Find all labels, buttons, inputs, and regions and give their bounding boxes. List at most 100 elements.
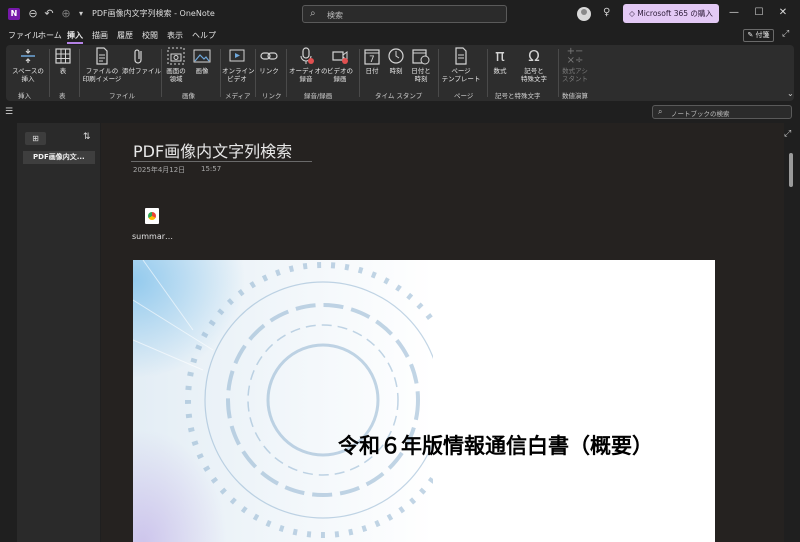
tab-view[interactable]: 表示 [167, 30, 183, 41]
group-media: メディア [225, 92, 251, 100]
equation-button[interactable]: π 数式 [489, 47, 511, 76]
insert-space-icon [19, 47, 37, 65]
tab-insert[interactable]: 挿入 [67, 30, 83, 44]
group-math: 数値演算 [562, 92, 588, 100]
tab-help[interactable]: ヘルプ [192, 30, 216, 41]
calendar-icon: 7 [363, 47, 381, 65]
pdf-heading: 令和６年版情報通信白書（概要） [338, 434, 653, 458]
insert-date-button[interactable]: 7 日付 [361, 47, 383, 75]
hamburger-menu-icon[interactable]: ☰ [5, 107, 13, 117]
attach-label: 添付ファイル [122, 67, 161, 75]
maximize-button[interactable]: ☐ [752, 6, 766, 20]
sticky-notes-label: 付箋 [755, 31, 770, 39]
group-table: 表 [59, 92, 66, 100]
scrollbar-thumb[interactable] [789, 153, 793, 187]
page-template-label: ページ テンプレート [441, 67, 481, 83]
svg-text:7: 7 [369, 55, 375, 65]
paperclip-icon [130, 47, 148, 65]
sticky-notes-button[interactable]: ✎ 付箋 [743, 29, 774, 42]
search-input[interactable]: ⌕ 検索 [302, 5, 507, 23]
sort-pages-icon[interactable]: ⇅ [83, 132, 91, 142]
separator [359, 49, 360, 97]
link-label: リンク [259, 67, 279, 75]
minimize-button[interactable]: — [727, 6, 741, 20]
pdf-background-art [133, 260, 433, 542]
math-operators-icon: +− ×÷ [566, 46, 584, 66]
redo-icon[interactable]: ⊕ [59, 7, 73, 21]
add-page-button[interactable]: ⊞ [25, 132, 46, 145]
group-recording: 録音/録画 [304, 92, 333, 100]
table-icon [54, 47, 72, 65]
page-list-pane [17, 123, 100, 542]
insert-date-time-button[interactable]: 日付と 時刻 [408, 47, 434, 83]
online-video-button[interactable]: オンライン ビデオ [222, 47, 255, 83]
quick-access-chevron-icon[interactable]: ▾ [74, 7, 88, 21]
diamond-icon: ◇ [629, 9, 638, 18]
microphone-icon [297, 47, 315, 65]
picture-button[interactable]: 画像 [191, 47, 213, 75]
attach-file-button[interactable]: 添付ファイル [122, 47, 161, 75]
back-icon[interactable]: ⊖ [26, 7, 40, 21]
table-button[interactable]: 表 [52, 47, 74, 75]
buy-microsoft365-button[interactable]: ◇ Microsoft 365 の購入 [623, 4, 719, 23]
symbol-label: 記号と 特殊文字 [521, 67, 547, 83]
clock-icon [387, 47, 405, 65]
add-page-icon: ⊞ [32, 134, 39, 143]
attachment-name[interactable]: summar… [132, 232, 173, 241]
page-title[interactable]: PDF画像内文字列検索 [133, 138, 292, 162]
tab-review[interactable]: 校閲 [142, 30, 158, 41]
omega-icon: Ω [528, 47, 540, 65]
table-label: 表 [59, 67, 67, 75]
group-insert: 挿入 [18, 92, 31, 100]
tab-history[interactable]: 履歴 [117, 30, 133, 41]
page-template-icon [452, 47, 470, 65]
page-date: 2025年4月12日 [133, 166, 186, 174]
tab-file[interactable]: ファイル [8, 30, 40, 41]
time-label: 時刻 [389, 67, 403, 75]
separator [487, 49, 488, 97]
calendar-clock-icon [412, 47, 430, 65]
insert-space-label: スペースの 挿入 [12, 67, 44, 83]
page-list-item[interactable]: PDF画像内文... [23, 151, 95, 164]
group-files: ファイル [109, 92, 135, 100]
picture-label: 画像 [195, 67, 209, 75]
tab-draw[interactable]: 描画 [92, 30, 108, 41]
separator [438, 49, 439, 97]
close-button[interactable]: ✕ [776, 6, 790, 20]
insert-space-button[interactable]: スペースの 挿入 [10, 47, 46, 83]
notebook-search-input[interactable]: ⌕ ノートブックの検索 [652, 105, 792, 119]
printout-icon [93, 47, 111, 65]
equation-label: 数式 [493, 67, 507, 75]
pdf-printout-image[interactable]: 令和６年版情報通信白書（概要） [133, 260, 715, 542]
buy-label: Microsoft 365 の購入 [637, 9, 713, 18]
online-video-icon [228, 47, 246, 65]
undo-icon[interactable]: ↶ [42, 7, 56, 21]
date-label: 日付 [365, 67, 379, 75]
ribbon: スペースの 挿入 挿入 表 表 ファイルの 印刷イメージ 添付ファイル ファイル… [6, 45, 794, 101]
expand-icon[interactable]: ⤢ [782, 29, 789, 39]
page-template-button[interactable]: ページ テンプレート [440, 47, 482, 83]
video-camera-icon [331, 47, 349, 65]
tab-home[interactable]: ホーム [38, 30, 62, 41]
math-assistant-label: 数式アシ スタント [562, 67, 588, 83]
separator [79, 49, 80, 97]
avatar[interactable] [577, 7, 591, 21]
printout-label: ファイルの 印刷イメージ [82, 67, 122, 83]
screen-clipping-button[interactable]: 画面の 領域 [163, 47, 189, 83]
title-bar: N ⊖ ↶ ⊕ ▾ PDF画像内文字列検索 - OneNote ⌕ 検索 ♀ ◇… [0, 0, 800, 28]
lightbulb-icon[interactable]: ♀ [603, 7, 610, 18]
record-audio-button[interactable]: オーディオの 録音 [289, 47, 328, 83]
group-images: 画像 [182, 92, 195, 100]
chrome-pdf-file-icon[interactable] [145, 208, 159, 224]
full-page-view-icon[interactable]: ⤢ [784, 129, 791, 139]
file-printout-button[interactable]: ファイルの 印刷イメージ [82, 47, 122, 83]
ribbon-collapse-chevron-icon[interactable]: ⌄ [787, 89, 794, 98]
link-button[interactable]: リンク [258, 47, 280, 75]
symbol-button[interactable]: Ω 記号と 特殊文字 [514, 47, 554, 83]
math-assistant-button[interactable]: +− ×÷ 数式アシ スタント [559, 46, 591, 84]
audio-label: オーディオの 録音 [289, 67, 328, 83]
insert-time-button[interactable]: 時刻 [385, 47, 407, 75]
document-title: PDF画像内文字列検索 - OneNote [92, 9, 215, 18]
notebook-search-placeholder: ノートブックの検索 [671, 110, 730, 118]
record-video-button[interactable]: ビデオの 録画 [324, 47, 356, 83]
